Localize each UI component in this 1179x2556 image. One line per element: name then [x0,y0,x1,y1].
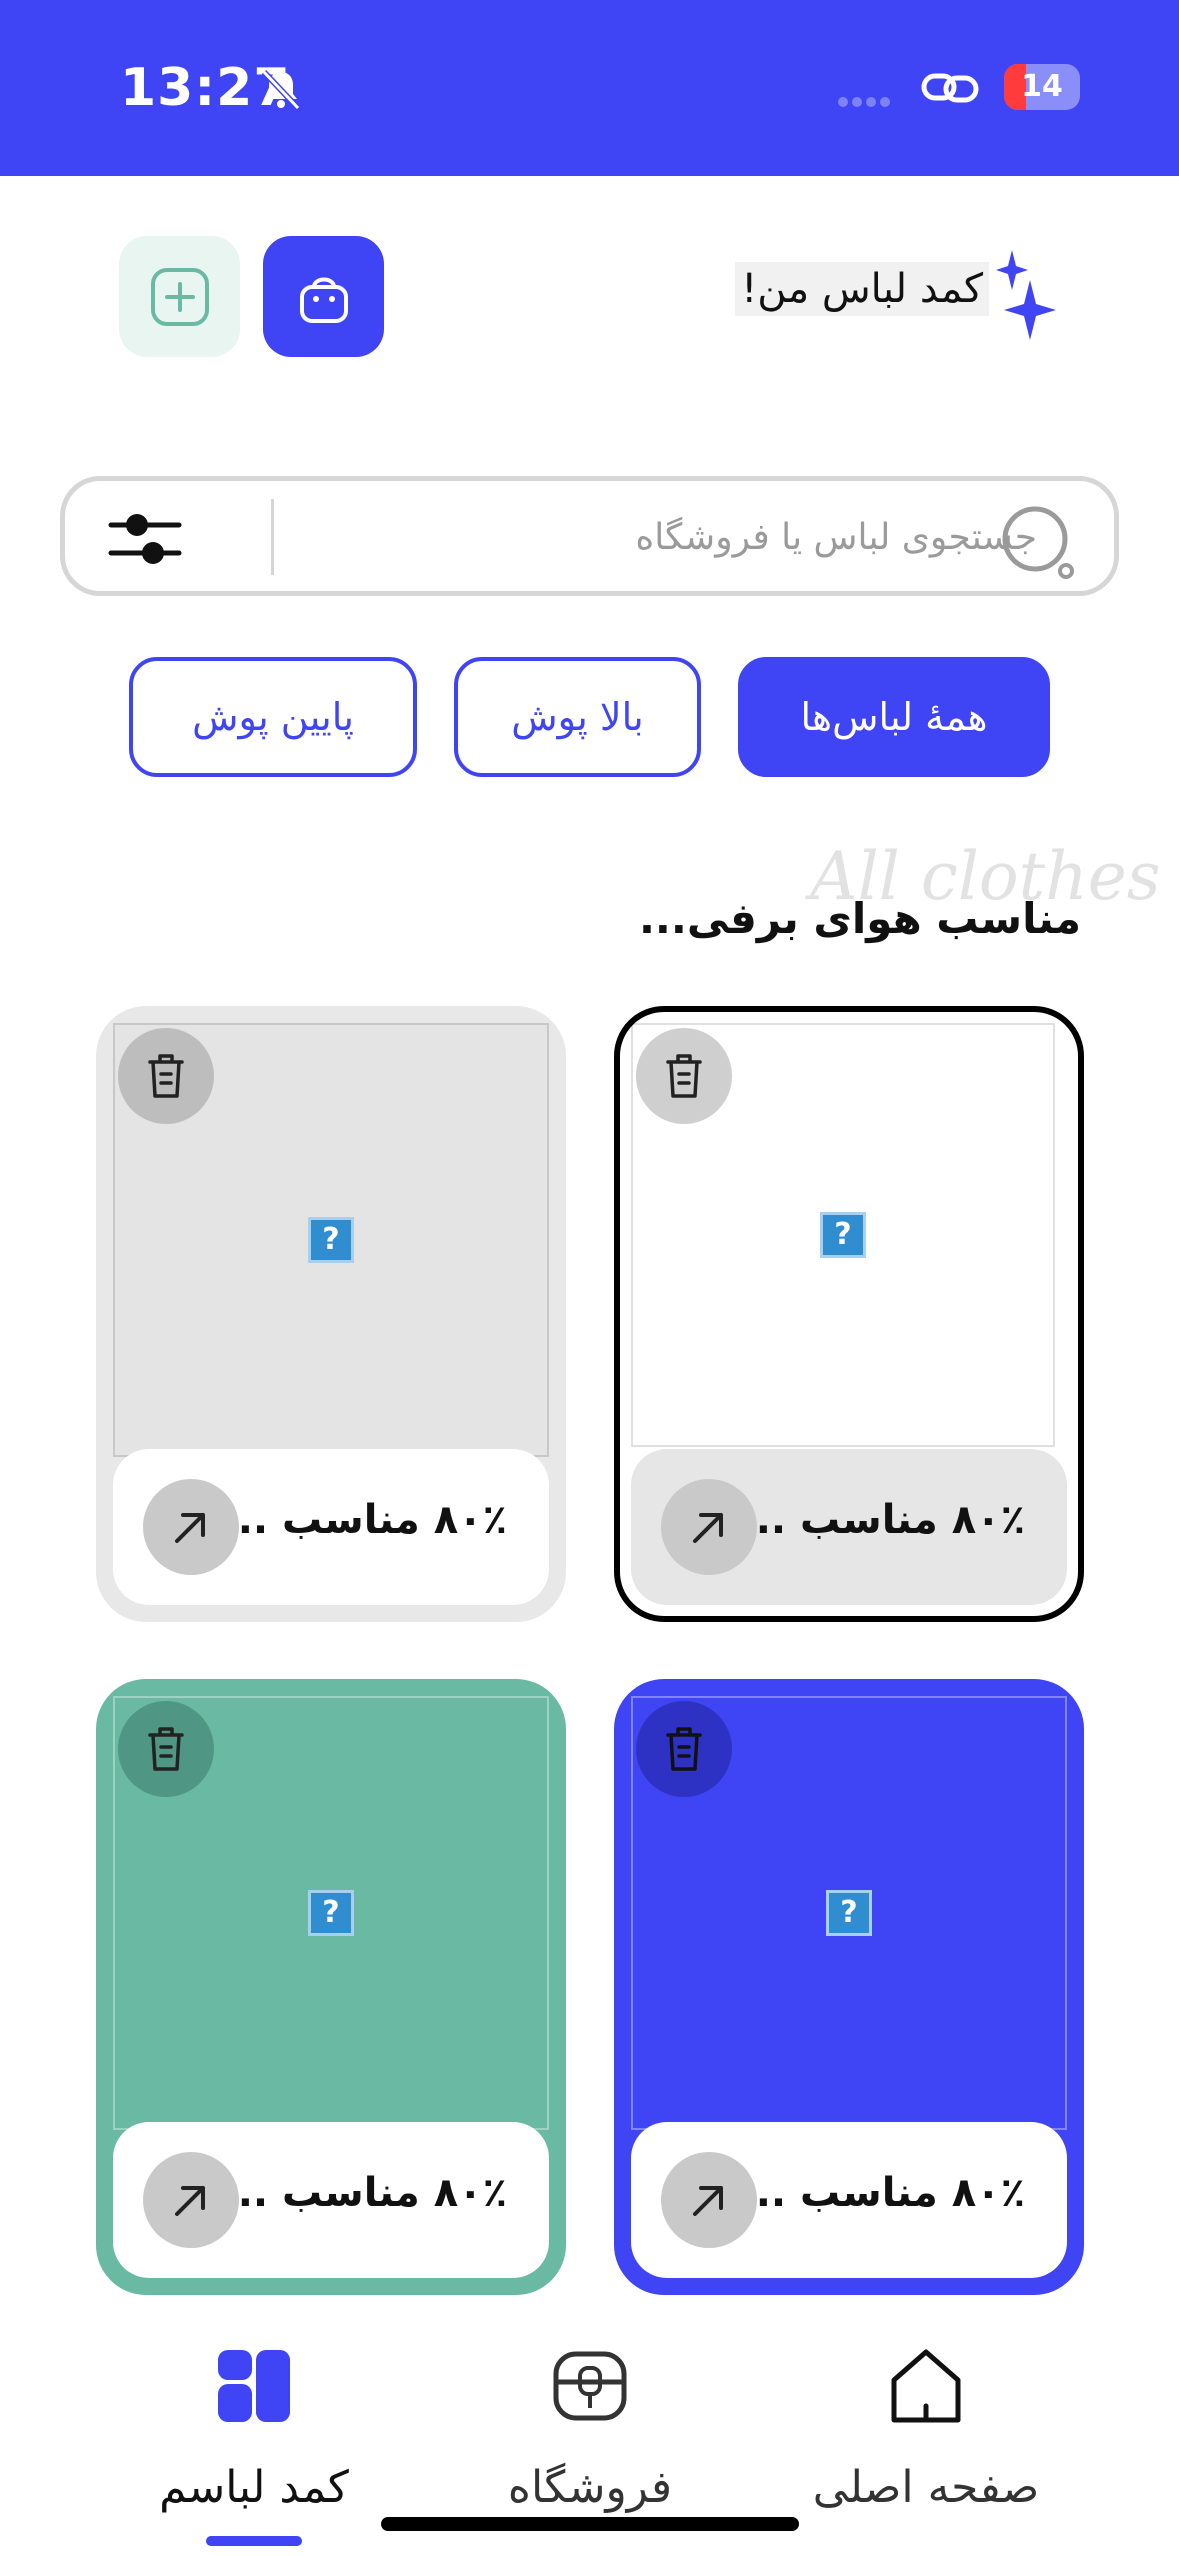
match-text: ۸۰٪ مناسب ... [740,1497,1025,1543]
home-icon [891,2349,961,2423]
clothing-card[interactable]: ? ۸۰٪ مناسب ... [614,1006,1084,1622]
grid-icon [218,2350,290,2422]
bell-muted-icon [261,69,301,111]
open-item-button[interactable] [661,1479,757,1575]
card-footer: ۸۰٪ مناسب ... [113,2122,549,2278]
arrow-up-right-icon [175,1513,205,1543]
delete-button[interactable] [118,1028,214,1124]
clothing-card[interactable]: ? ۸۰٪ مناسب ... [96,1679,566,2295]
image-placeholder-icon: ? [308,1890,354,1936]
clothing-card[interactable]: ? ۸۰٪ مناسب ... [614,1679,1084,2295]
match-text: ۸۰٪ مناسب ... [222,1497,507,1543]
open-item-button[interactable] [143,2152,239,2248]
shopping-bag-button[interactable] [263,236,384,357]
section-title: مناسب هوای برفی... [638,894,1081,943]
search-input[interactable] [277,501,1037,573]
chip-bottoms[interactable]: پایین پوش [129,657,417,777]
trash-icon [666,1054,702,1098]
nav-wardrobe-label: کمد لباسم [159,2462,349,2513]
page-title: کمد لباس من! [735,262,989,316]
trash-icon [148,1054,184,1098]
card-footer: ۸۰٪ مناسب ... [631,2122,1067,2278]
arrow-up-right-icon [693,1513,723,1543]
open-item-button[interactable] [661,2152,757,2248]
chip-tops[interactable]: بالا پوش [454,657,701,777]
filter-sliders-icon[interactable] [107,503,183,575]
card-footer: ۸۰٪ مناسب ... [113,1449,549,1605]
nav-home-label: صفحه اصلی [812,2462,1040,2513]
image-placeholder-icon: ? [308,1217,354,1263]
nav-wardrobe[interactable]: کمد لباسم [104,2330,404,2530]
battery-level: 14 [1021,69,1063,104]
match-text: ۸۰٪ مناسب ... [740,2170,1025,2216]
nav-store-label: فروشگاه [507,2462,673,2513]
image-placeholder-icon: ? [826,1890,872,1936]
trash-icon [148,1727,184,1771]
image-placeholder-icon: ? [820,1212,866,1258]
home-indicator [381,2517,799,2531]
plus-square-icon [150,267,209,326]
status-bar: 13:27 14 [0,0,1179,176]
shopping-bag-icon [299,277,348,323]
trash-icon [666,1727,702,1771]
search-divider [271,499,274,575]
nav-home[interactable]: صفحه اصلی [776,2330,1076,2530]
search-icon [1002,506,1074,579]
clothing-card[interactable]: ? ۸۰٪ مناسب ... [96,1006,566,1622]
signal-icon [838,92,900,107]
active-tab-indicator [206,2536,302,2546]
sparkle-icon [996,250,1056,340]
arrow-up-right-icon [175,2186,205,2216]
link-icon [921,73,979,103]
store-icon [553,2351,627,2421]
battery-icon: 14 [1004,64,1080,110]
open-item-button[interactable] [143,1479,239,1575]
card-footer: ۸۰٪ مناسب ... [631,1449,1067,1605]
search-bar [60,476,1119,596]
delete-button[interactable] [636,1701,732,1797]
match-text: ۸۰٪ مناسب ... [222,2170,507,2216]
nav-store[interactable]: فروشگاه [440,2330,740,2530]
chip-all-clothes[interactable]: همهٔ لباس‌ها [738,657,1050,777]
delete-button[interactable] [636,1028,732,1124]
add-clothing-button[interactable] [119,236,240,357]
arrow-up-right-icon [693,2186,723,2216]
delete-button[interactable] [118,1701,214,1797]
